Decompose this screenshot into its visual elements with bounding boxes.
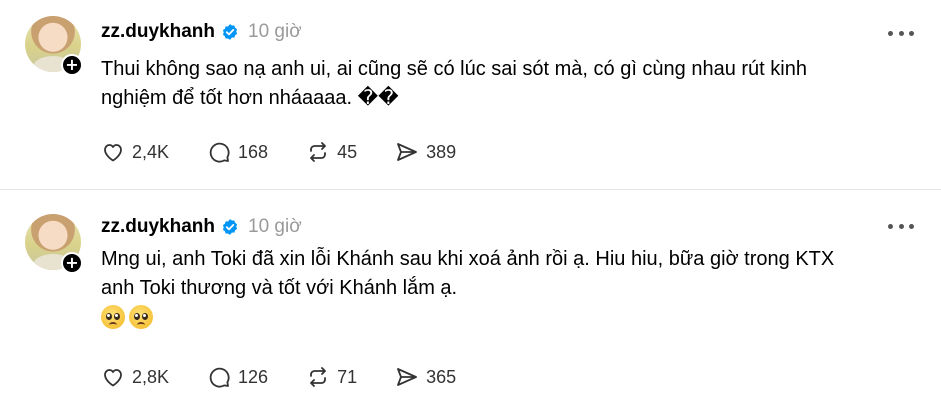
comment-icon bbox=[209, 367, 230, 388]
post-text-line: anh Toki thương và tốt với Khánh lắm ạ. bbox=[101, 277, 458, 299]
post-text-line: nghiệm để tốt hơn nháaaaa. �� bbox=[101, 87, 399, 109]
emoji-row bbox=[101, 305, 911, 329]
comment-icon bbox=[209, 142, 230, 163]
post-text: Mng ui, anh Toki đã xin lỗi Khánh sau kh… bbox=[101, 245, 911, 329]
post-text-line: Mng ui, anh Toki đã xin lỗi Khánh sau kh… bbox=[101, 248, 835, 270]
share-button[interactable]: 389 bbox=[395, 140, 456, 164]
send-icon bbox=[397, 143, 418, 161]
thread-post: + zz.duykhanh 10 giờ Thui không sao nạ a… bbox=[0, 0, 941, 190]
like-count: 2,4K bbox=[132, 141, 170, 162]
username[interactable]: zz.duykhanh bbox=[101, 216, 215, 238]
reply-button[interactable]: 126 bbox=[207, 365, 268, 389]
repost-count: 45 bbox=[337, 141, 358, 162]
post-actions: 2,4K 168 45 389 bbox=[101, 138, 494, 166]
username[interactable]: zz.duykhanh bbox=[101, 21, 215, 43]
pleading-face-icon bbox=[129, 305, 153, 329]
follow-plus-icon[interactable]: + bbox=[61, 54, 83, 76]
pleading-face-icon bbox=[101, 305, 125, 329]
more-options-icon[interactable] bbox=[888, 222, 914, 230]
post-timestamp[interactable]: 10 giờ bbox=[248, 21, 302, 43]
repost-button[interactable]: 45 bbox=[306, 140, 357, 164]
repost-icon bbox=[310, 367, 326, 387]
more-options-icon[interactable] bbox=[888, 29, 914, 37]
like-count: 2,8K bbox=[132, 366, 170, 387]
post-timestamp[interactable]: 10 giờ bbox=[248, 216, 302, 238]
verified-badge-icon bbox=[222, 219, 238, 235]
reply-button[interactable]: 168 bbox=[207, 140, 268, 164]
reply-count: 126 bbox=[238, 366, 269, 387]
post-divider bbox=[0, 189, 941, 190]
follow-plus-icon[interactable]: + bbox=[61, 252, 83, 274]
repost-count: 71 bbox=[337, 366, 358, 387]
avatar[interactable]: + bbox=[25, 214, 83, 274]
avatar[interactable]: + bbox=[25, 16, 83, 76]
like-button[interactable]: 2,4K bbox=[101, 140, 169, 164]
heart-icon bbox=[104, 144, 122, 162]
share-count: 389 bbox=[426, 141, 457, 162]
send-icon bbox=[397, 368, 418, 386]
thread-post: + zz.duykhanh 10 giờ Mng ui, anh Toki đã… bbox=[0, 191, 941, 409]
verified-badge-icon bbox=[222, 24, 238, 40]
reply-count: 168 bbox=[238, 141, 269, 162]
heart-icon bbox=[104, 369, 122, 387]
post-text: Thui không sao nạ anh ui, ai cũng sẽ có … bbox=[101, 55, 911, 113]
post-text-line: Thui không sao nạ anh ui, ai cũng sẽ có … bbox=[101, 58, 807, 80]
post-header: zz.duykhanh 10 giờ bbox=[101, 19, 302, 45]
repost-icon bbox=[310, 142, 326, 162]
post-header: zz.duykhanh 10 giờ bbox=[101, 214, 302, 240]
repost-button[interactable]: 71 bbox=[306, 365, 357, 389]
share-count: 365 bbox=[426, 366, 457, 387]
share-button[interactable]: 365 bbox=[395, 365, 456, 389]
post-actions: 2,8K 126 71 365 bbox=[101, 363, 494, 391]
like-button[interactable]: 2,8K bbox=[101, 365, 169, 389]
